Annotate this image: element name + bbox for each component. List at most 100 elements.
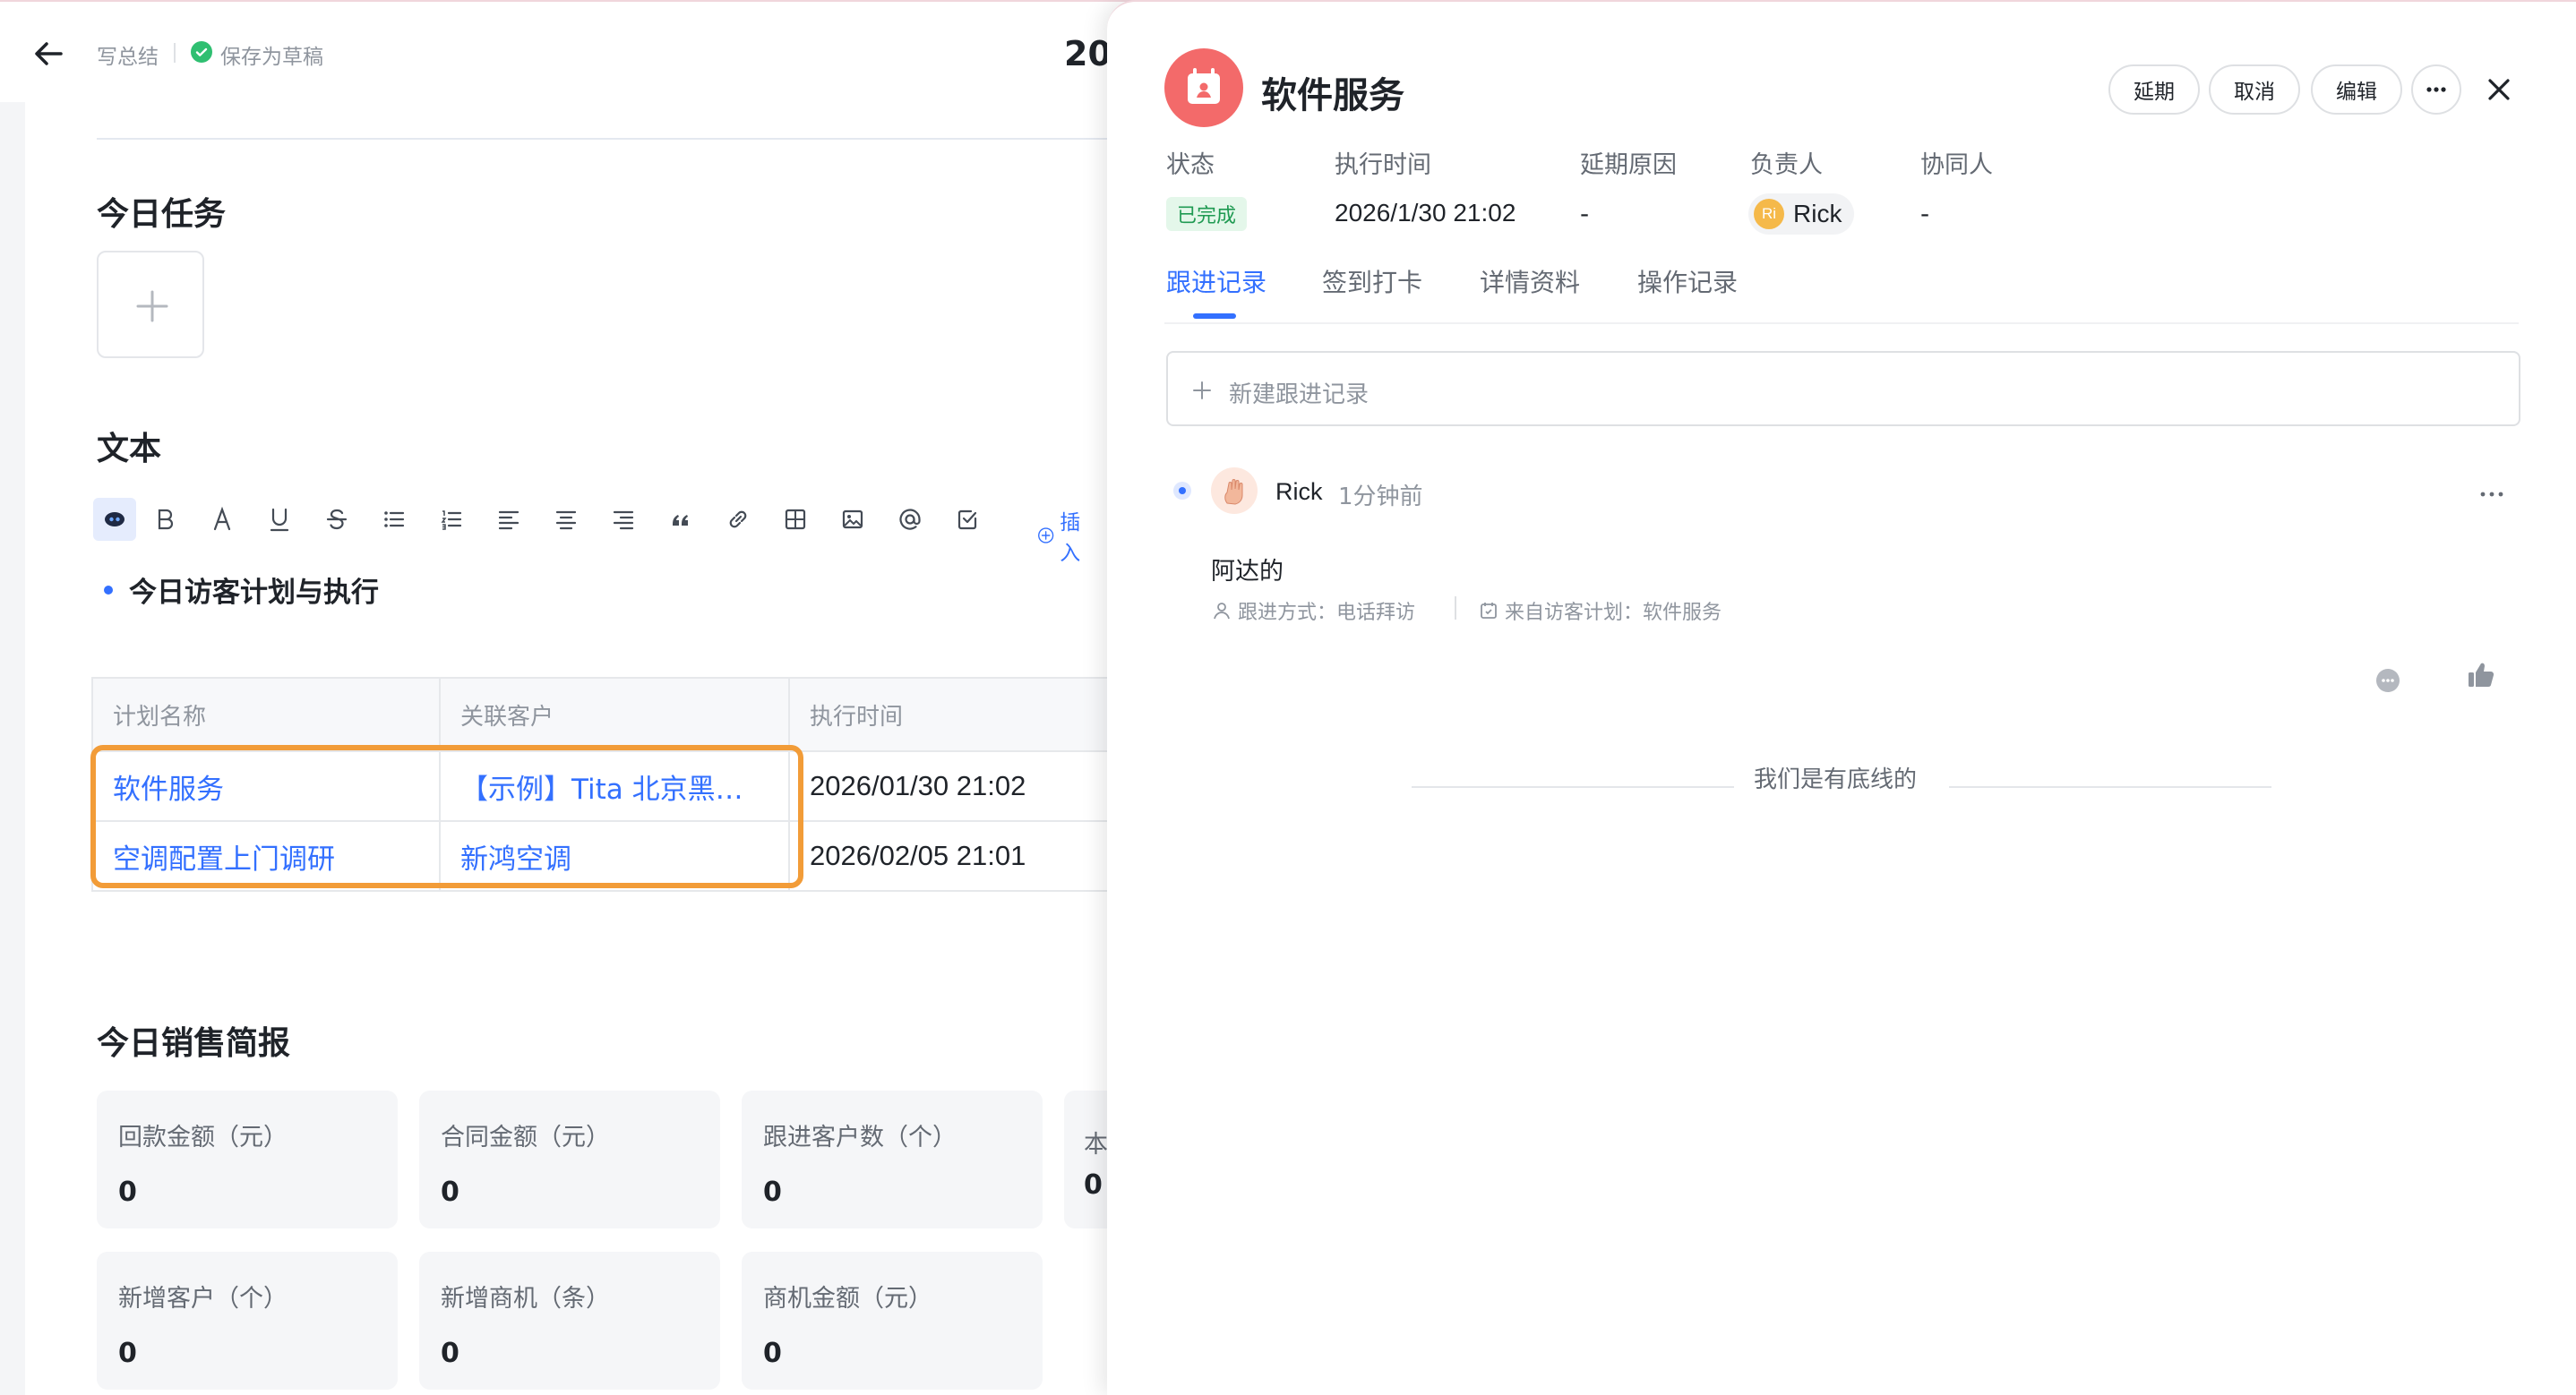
link-icon[interactable] xyxy=(717,498,760,541)
divider xyxy=(97,138,1136,140)
owner-chip[interactable]: Ri Rick xyxy=(1748,193,1855,235)
mention-icon[interactable] xyxy=(889,498,932,541)
table-header-row: 计划名称 关联客户 执行时间 xyxy=(91,677,1168,752)
record-method: 跟进方式：电话拜访 xyxy=(1211,596,1415,625)
insert-button[interactable]: 插入 xyxy=(1037,505,1088,566)
add-task-button[interactable] xyxy=(97,251,204,358)
customer-link[interactable]: 【示例】Tita 北京黑… xyxy=(439,750,790,822)
insert-label: 插入 xyxy=(1060,511,1081,565)
exec-time-label: 执行时间 xyxy=(1335,151,1431,179)
section-text: 文本 xyxy=(97,431,162,467)
image-icon[interactable] xyxy=(831,498,874,541)
customer-link[interactable]: 新鸿空调 xyxy=(439,820,790,892)
timeline-dot xyxy=(1173,482,1191,500)
thumbs-up-icon[interactable] xyxy=(2465,659,2497,695)
avatar xyxy=(1211,467,1258,514)
stat-label: 新增商机（条） xyxy=(441,1285,610,1313)
tab-follow-up-records[interactable]: 跟进记录 xyxy=(1166,263,1267,299)
strikethrough-icon[interactable] xyxy=(315,498,358,541)
postpone-button[interactable]: 延期 xyxy=(2108,64,2200,115)
tab-operation-log[interactable]: 操作记录 xyxy=(1637,263,1738,299)
stat-label: 合同金额（元） xyxy=(441,1124,610,1151)
comment-icon[interactable] xyxy=(2372,664,2404,700)
stat-card: 商机金额（元） 0 xyxy=(742,1252,1043,1390)
edit-button[interactable]: 编辑 xyxy=(2311,64,2402,115)
table-icon[interactable] xyxy=(774,498,817,541)
table-row: 软件服务 【示例】Tita 北京黑… 2026/01/30 21:02 xyxy=(91,750,1168,822)
owner-label: 负责人 xyxy=(1750,151,1823,179)
stat-value: 0 xyxy=(118,1338,137,1369)
bullet-heading: 今日访客计划与执行 xyxy=(129,577,379,609)
stat-value: 0 xyxy=(441,1177,459,1208)
visit-plan-table: 计划名称 关联客户 执行时间 软件服务 【示例】Tita 北京黑… 2026/0… xyxy=(91,677,1168,892)
stat-value: 0 xyxy=(763,1177,782,1208)
bold-icon[interactable] xyxy=(143,498,186,541)
stat-value: 0 xyxy=(441,1338,459,1369)
record-method-text: 跟进方式：电话拜访 xyxy=(1238,602,1416,624)
table-row: 空调配置上门调研 新鸿空调 2026/02/05 21:01 xyxy=(91,820,1168,892)
stat-card: 新增商机（条） 0 xyxy=(419,1252,720,1390)
stat-card: 合同金额（元） 0 xyxy=(419,1091,720,1228)
new-follow-up-input[interactable]: 新建跟进记录 xyxy=(1166,351,2520,426)
delay-reason-value: - xyxy=(1580,199,1590,228)
quote-icon[interactable] xyxy=(659,498,702,541)
collaborator-label: 协同人 xyxy=(1920,151,1993,179)
page-title: 20 xyxy=(1064,34,1112,73)
align-left-icon[interactable] xyxy=(487,498,530,541)
align-right-icon[interactable] xyxy=(602,498,645,541)
divider xyxy=(1455,596,1456,620)
more-horizontal-icon xyxy=(2426,87,2446,92)
close-icon[interactable] xyxy=(2481,72,2517,107)
back-arrow-icon[interactable] xyxy=(30,36,66,72)
active-tab-indicator xyxy=(1193,313,1236,319)
more-options-button[interactable] xyxy=(2411,64,2461,115)
stat-label: 新增客户（个） xyxy=(118,1285,288,1313)
font-color-icon[interactable] xyxy=(201,498,244,541)
calendar-icon xyxy=(1164,48,1243,127)
exec-time-value: 2026/1/30 21:02 xyxy=(1335,199,1516,227)
checkbox-icon[interactable] xyxy=(946,498,989,541)
ai-assistant-icon[interactable] xyxy=(93,498,136,541)
stat-value: 0 xyxy=(1084,1169,1103,1201)
calendar-icon xyxy=(1481,603,1497,619)
check-circle-icon xyxy=(191,41,212,63)
divider xyxy=(174,43,176,63)
saved-status: 保存为草稿 xyxy=(220,46,323,69)
stat-value: 0 xyxy=(118,1177,137,1208)
record-author[interactable]: Rick xyxy=(1275,478,1323,506)
tab-check-in[interactable]: 签到打卡 xyxy=(1322,263,1422,299)
new-follow-up-placeholder: 新建跟进记录 xyxy=(1229,381,1370,408)
section-sales-brief: 今日销售简报 xyxy=(97,1025,291,1062)
end-of-list-text: 我们是有底线的 xyxy=(1754,766,1918,793)
stat-card: 跟进客户数（个） 0 xyxy=(742,1091,1043,1228)
plus-circle-icon xyxy=(1038,527,1054,543)
record-time: 1分钟前 xyxy=(1338,484,1423,510)
plus-icon xyxy=(136,290,168,322)
status-badge: 已完成 xyxy=(1166,197,1248,231)
person-icon xyxy=(1214,603,1230,620)
record-source-text: 来自访客计划：软件服务 xyxy=(1505,602,1722,624)
align-center-icon[interactable] xyxy=(545,498,588,541)
record-source[interactable]: 来自访客计划：软件服务 xyxy=(1478,596,1722,625)
stat-card: 回款金额（元） 0 xyxy=(97,1091,398,1228)
delay-reason-label: 延期原因 xyxy=(1580,151,1677,179)
column-header: 计划名称 xyxy=(91,677,441,752)
numbered-list-icon[interactable] xyxy=(430,498,473,541)
divider xyxy=(1164,322,2519,324)
section-today-tasks: 今日任务 xyxy=(97,196,227,233)
panel-title: 软件服务 xyxy=(1261,75,1404,116)
plan-name-link[interactable]: 软件服务 xyxy=(91,750,441,822)
avatar: Ri xyxy=(1754,199,1784,229)
document-body: 今日任务 文本 插入 今日访客计划与执行 计划名称 关联客户 执行时间 软件服务… xyxy=(25,102,1365,1395)
plan-name-link[interactable]: 空调配置上门调研 xyxy=(91,820,441,892)
tab-details[interactable]: 详情资料 xyxy=(1480,263,1580,299)
status-label: 状态 xyxy=(1166,151,1215,179)
write-summary-label[interactable]: 写总结 xyxy=(97,39,159,70)
stat-value: 0 xyxy=(763,1338,782,1369)
underline-icon[interactable] xyxy=(258,498,301,541)
stat-label: 商机金额（元） xyxy=(763,1285,932,1313)
cancel-button[interactable]: 取消 xyxy=(2209,64,2300,115)
record-more-icon[interactable] xyxy=(2476,482,2508,507)
collaborator-value: - xyxy=(1920,199,1930,228)
bullet-list-icon[interactable] xyxy=(373,498,416,541)
